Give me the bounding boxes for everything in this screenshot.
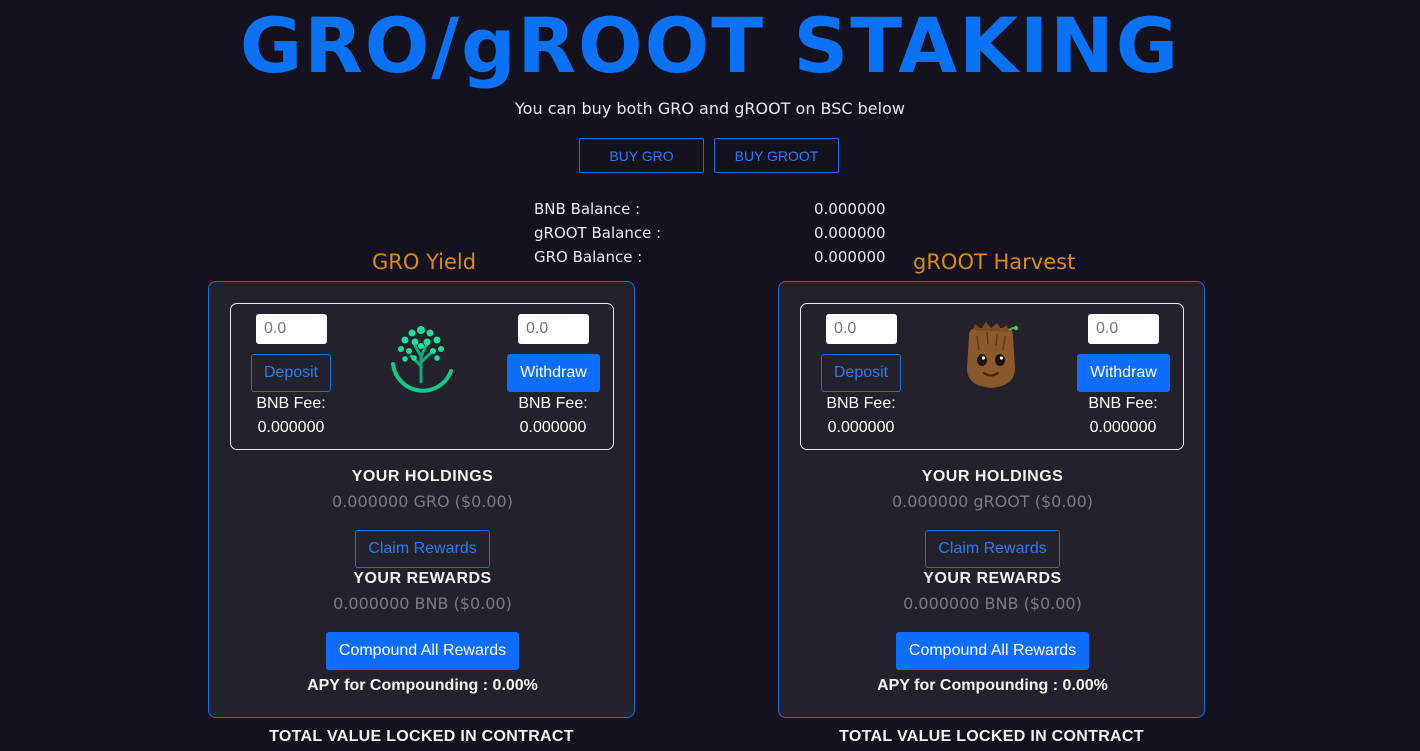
holdings-title: YOUR HOLDINGS (921, 468, 1064, 485)
claim-rewards-button[interactable]: Claim Rewards (925, 530, 1060, 568)
buy-gro-button[interactable]: BUY GRO (579, 138, 704, 173)
deposit-button[interactable]: Deposit (821, 354, 901, 392)
deposit-amount-input[interactable] (256, 314, 327, 344)
holdings-value: 0.000000 GRO ($0.00) (332, 492, 513, 511)
rewards-title: YOUR REWARDS (923, 570, 1062, 587)
stake-box: Deposit Withdraw BNB Fee: 0.000000 BNB F… (230, 303, 614, 450)
tvl-title-gro: TOTAL VALUE LOCKED IN CONTRACT (269, 728, 574, 745)
claim-rewards-button[interactable]: Claim Rewards (355, 530, 490, 568)
withdraw-fee-value: 0.000000 (1089, 419, 1157, 436)
tree-icon (391, 326, 453, 393)
tvl-title-groot: TOTAL VALUE LOCKED IN CONTRACT (839, 728, 1144, 745)
rewards-value: 0.000000 BNB ($0.00) (903, 594, 1082, 613)
withdraw-fee-label: BNB Fee: (518, 395, 588, 412)
withdraw-amount-input[interactable] (1088, 314, 1159, 344)
balance-value: 0.000000 (814, 248, 886, 266)
deposit-button[interactable]: Deposit (251, 354, 331, 392)
compound-rewards-button[interactable]: Compound All Rewards (326, 632, 519, 670)
pool-card-gro: Deposit Withdraw BNB Fee: 0.000000 BNB F… (208, 281, 635, 718)
balance-label: GRO Balance : (534, 248, 643, 266)
rewards-title: YOUR REWARDS (353, 570, 492, 587)
deposit-fee-value: 0.000000 (257, 419, 325, 436)
deposit-fee-label: BNB Fee: (256, 395, 326, 412)
holdings-title: YOUR HOLDINGS (351, 468, 494, 485)
balance-row-bnb: BNB Balance : 0.000000 (534, 200, 894, 222)
holdings-value: 0.000000 gROOT ($0.00) (891, 492, 1094, 511)
pool-card-groot: Deposit Withdraw BNB Fee: 0.000000 BNB F… (778, 281, 1205, 718)
page-title: GRO/gROOT STAKING (239, 1, 1181, 90)
balance-row-groot: gROOT Balance : 0.000000 (534, 224, 894, 246)
balance-label: BNB Balance : (534, 200, 641, 218)
stake-box: Deposit Withdraw BNB Fee: 0.000000 BNB F… (800, 303, 1184, 450)
staking-page: GRO/gROOT STAKING You can buy both GRO a… (0, 0, 1420, 751)
deposit-fee-label: BNB Fee: (826, 395, 896, 412)
pool-title-gro: GRO Yield (372, 250, 477, 274)
groot-face-icon (967, 322, 1019, 388)
balance-value: 0.000000 (814, 200, 886, 218)
page-subtitle: You can buy both GRO and gROOT on BSC be… (515, 99, 905, 118)
rewards-value: 0.000000 BNB ($0.00) (333, 594, 512, 613)
deposit-fee-value: 0.000000 (827, 419, 895, 436)
buy-groot-button[interactable]: BUY GROOT (714, 138, 839, 173)
withdraw-fee-label: BNB Fee: (1088, 395, 1158, 412)
apy-text: APY for Compounding : 0.00% (307, 677, 538, 694)
withdraw-button[interactable]: Withdraw (1077, 354, 1170, 392)
withdraw-fee-value: 0.000000 (519, 419, 587, 436)
withdraw-amount-input[interactable] (518, 314, 589, 344)
compound-rewards-button[interactable]: Compound All Rewards (896, 632, 1089, 670)
balance-row-gro: GRO Balance : 0.000000 (534, 248, 894, 270)
deposit-amount-input[interactable] (826, 314, 897, 344)
balance-value: 0.000000 (814, 224, 886, 242)
balance-label: gROOT Balance : (534, 224, 662, 242)
withdraw-button[interactable]: Withdraw (507, 354, 600, 392)
apy-text: APY for Compounding : 0.00% (877, 677, 1108, 694)
pool-title-groot: gROOT Harvest (913, 250, 1076, 274)
